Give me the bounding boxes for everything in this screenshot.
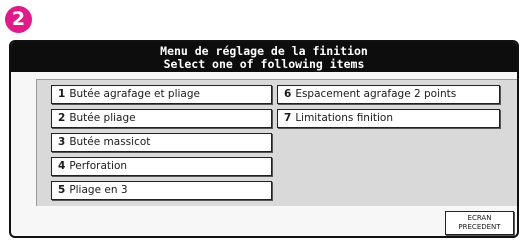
menu-item-butee-massicot[interactable]: 3 Butée massicot <box>51 133 272 152</box>
menu-item-butee-pliage[interactable]: 2 Butée pliage <box>51 109 272 128</box>
control-panel-screen: Menu de réglage de la finition Select on… <box>9 40 519 238</box>
menu-item-number: 2 <box>58 112 66 124</box>
menu-item-label: Butée massicot <box>69 136 151 148</box>
previous-screen-label-line1: ECRAN <box>467 214 492 222</box>
menu-item-label: Butée pliage <box>69 112 136 124</box>
previous-screen-button[interactable]: ECRAN PRECEDENT <box>445 211 514 235</box>
step-number-badge: 2 <box>5 6 32 33</box>
menu-item-label: Espacement agrafage 2 points <box>295 88 457 100</box>
menu-item-pliage-en-3[interactable]: 5 Pliage en 3 <box>51 181 272 200</box>
menu-item-label: Pliage en 3 <box>69 184 128 196</box>
menu-item-limitations-finition[interactable]: 7 Limitations finition <box>277 109 500 128</box>
menu-panel: 1 Butée agrafage et pliage 2 Butée pliage … <box>36 79 517 206</box>
menu-item-number: 3 <box>58 136 66 148</box>
menu-item-number: 4 <box>58 160 66 172</box>
menu-item-number: 1 <box>58 88 66 100</box>
menu-item-label: Limitations finition <box>295 112 393 124</box>
menu-item-perforation[interactable]: 4 Perforation <box>51 157 272 176</box>
title-line-english: Select one of following items <box>163 57 365 71</box>
menu-item-label: Perforation <box>69 160 128 172</box>
menu-item-number: 5 <box>58 184 66 196</box>
manual-figure: 2 Menu de réglage de la finition Select … <box>0 0 528 241</box>
menu-item-number: 7 <box>284 112 292 124</box>
menu-item-number: 6 <box>284 88 292 100</box>
title-bar: Menu de réglage de la finition Select on… <box>11 42 517 72</box>
previous-screen-label-line2: PRECEDENT <box>458 223 501 231</box>
menu-item-espacement-agrafage[interactable]: 6 Espacement agrafage 2 points <box>277 85 500 104</box>
menu-item-label: Butée agrafage et pliage <box>69 88 200 100</box>
menu-item-agrafage-pliage[interactable]: 1 Butée agrafage et pliage <box>51 85 272 104</box>
